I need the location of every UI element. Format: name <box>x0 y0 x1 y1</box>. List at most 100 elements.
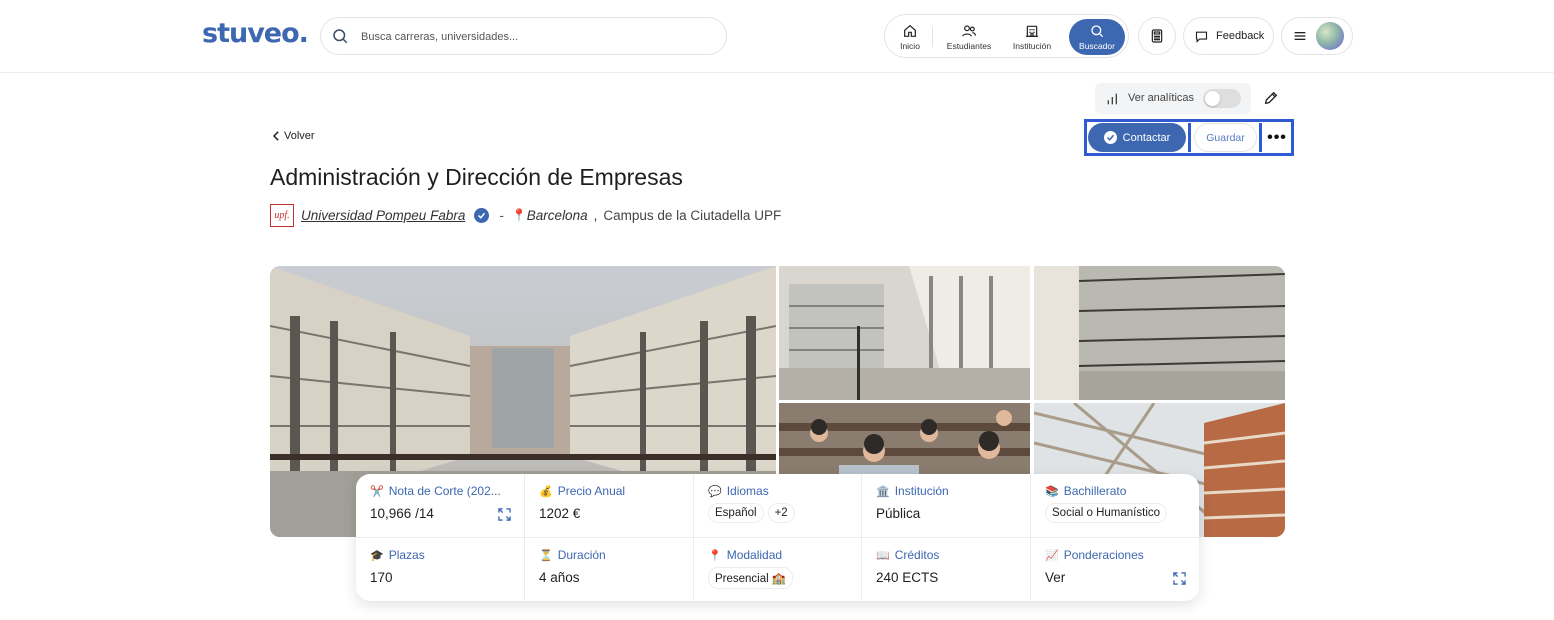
institution-icon: 🏛️ <box>876 486 890 498</box>
chevron-left-icon <box>272 131 279 141</box>
contact-button[interactable]: Contactar <box>1088 123 1186 152</box>
info-label: Nota de Corte (202... <box>388 484 501 498</box>
hourglass-icon: ⏳ <box>539 550 553 562</box>
expand-icon[interactable] <box>497 508 511 521</box>
top-navbar: stuveo. Inicio Estudiantes Institución B… <box>0 0 1554 73</box>
program-info-card: ✂️ Nota de Corte (202... 10,966 /14 💰 Prec… <box>356 474 1199 601</box>
back-label: Volver <box>284 130 315 142</box>
stuveo-logo[interactable]: stuveo. <box>202 18 309 49</box>
contact-label: Contactar <box>1122 131 1171 144</box>
info-label: Plazas <box>388 548 425 562</box>
back-link[interactable]: Volver <box>272 130 315 142</box>
duracion-value: 4 años <box>539 570 580 585</box>
info-modalidad: 📍 Modalidad Presencial 🏫 <box>694 538 863 601</box>
location-pin-icon: 📍 <box>511 208 527 222</box>
users-icon <box>962 25 976 37</box>
chat-icon <box>1195 31 1208 43</box>
info-label: Créditos <box>894 548 940 562</box>
nota-value: 10,966 <box>370 506 412 521</box>
save-button[interactable]: Guardar <box>1194 123 1257 152</box>
nav-item-inicio[interactable]: Inicio <box>891 19 929 55</box>
search-bar[interactable] <box>320 17 727 55</box>
info-nota-corte[interactable]: ✂️ Nota de Corte (202... 10,966 /14 <box>356 474 525 538</box>
language-chip: Español <box>708 503 764 523</box>
info-label: Modalidad <box>726 548 783 562</box>
action-divider <box>1188 123 1191 152</box>
verified-badge-icon <box>474 207 490 223</box>
university-link[interactable]: Universidad Pompeu Fabra <box>301 208 465 223</box>
nav-item-estudiantes[interactable]: Estudiantes <box>939 19 999 55</box>
account-menu-button[interactable] <box>1281 17 1353 55</box>
books-icon: 📚 <box>1045 486 1059 498</box>
info-institucion: 🏛️ Institución Pública <box>862 474 1031 538</box>
info-duracion: ⏳ Duración 4 años <box>525 538 694 601</box>
info-precio-anual: 💰 Precio Anual 1202 € <box>525 474 694 538</box>
hamburger-menu-icon <box>1294 32 1306 40</box>
analytics-toggle[interactable] <box>1203 89 1241 108</box>
nav-label-institucion: Institución <box>1012 41 1052 51</box>
info-idiomas: 💬 Idiomas Español +2 <box>694 474 863 538</box>
calculator-icon <box>1151 29 1163 43</box>
creditos-value: 240 ECTS <box>876 570 939 585</box>
campus-photo-balconies[interactable] <box>1034 266 1285 400</box>
info-label: Institución <box>894 484 949 498</box>
bachillerato-chip: Social o Humanístico <box>1045 503 1168 523</box>
campus-label: Campus de la Ciutadella UPF <box>603 207 782 223</box>
scissors-icon: ✂️ <box>370 486 384 498</box>
modalidad-chip: Presencial 🏫 <box>708 567 794 589</box>
program-subtitle: upf. Universidad Pompeu Fabra - 📍 Barcel… <box>270 203 781 227</box>
calculator-button[interactable] <box>1138 17 1176 55</box>
analytics-toggle-bar: Ver analíticas <box>1095 83 1251 114</box>
graduation-cap-icon: 🎓 <box>370 550 384 562</box>
location-pin-icon: 📍 <box>708 550 722 562</box>
info-creditos: 📖 Créditos 240 ECTS <box>862 538 1031 601</box>
expand-icon[interactable] <box>1172 572 1186 585</box>
campus-photo-courtyard[interactable] <box>779 266 1030 400</box>
money-bag-icon: 💰 <box>539 486 553 498</box>
info-ponderaciones[interactable]: 📈 Ponderaciones Ver <box>1031 538 1199 601</box>
university-logo: upf. <box>270 203 294 227</box>
edit-pencil-icon[interactable] <box>1263 90 1279 106</box>
main-nav: Inicio Estudiantes Institución Buscador <box>884 14 1129 58</box>
plazas-value: 170 <box>370 570 393 585</box>
speech-bubble-icon: 💬 <box>708 486 722 498</box>
info-plazas: 🎓 Plazas 170 <box>356 538 525 601</box>
info-label: Ponderaciones <box>1063 548 1144 562</box>
search-icon <box>333 29 348 44</box>
chart-increasing-icon: 📈 <box>1045 550 1059 562</box>
separator: - <box>499 207 504 223</box>
action-divider <box>1259 123 1262 152</box>
info-label: Precio Anual <box>557 484 626 498</box>
nav-label-inicio: Inicio <box>900 41 920 51</box>
nav-item-buscador[interactable]: Buscador <box>1069 19 1125 55</box>
feedback-label: Feedback <box>1216 30 1265 42</box>
info-bachillerato: 📚 Bachillerato Social o Humanístico <box>1031 474 1199 538</box>
page-title: Administración y Dirección de Empresas <box>270 164 683 190</box>
info-label: Bachillerato <box>1063 484 1127 498</box>
more-options-button[interactable]: ••• <box>1264 123 1290 152</box>
city-label: Barcelona <box>526 207 588 223</box>
toggle-knob <box>1205 91 1220 106</box>
avatar <box>1316 22 1344 50</box>
open-book-icon: 📖 <box>876 550 890 562</box>
ponderaciones-value[interactable]: Ver <box>1045 570 1186 585</box>
comma: , <box>593 207 598 223</box>
building-icon <box>1026 25 1038 37</box>
nav-item-institucion[interactable]: Institución <box>1005 19 1059 55</box>
feedback-button[interactable]: Feedback <box>1183 17 1274 55</box>
nav-label-estudiantes: Estudiantes <box>946 41 992 51</box>
search-icon <box>1091 25 1104 38</box>
info-label: Idiomas <box>726 484 769 498</box>
bar-chart-icon <box>1107 93 1117 105</box>
nav-label-buscador: Buscador <box>1079 41 1115 51</box>
nav-divider <box>932 27 933 47</box>
search-input[interactable] <box>361 27 701 47</box>
more-languages-chip[interactable]: +2 <box>767 503 795 523</box>
info-label: Duración <box>557 548 606 562</box>
nota-suffix: /14 <box>415 506 434 521</box>
analytics-label: Ver analíticas <box>1128 92 1195 104</box>
institucion-value: Pública <box>876 506 921 521</box>
home-icon <box>904 24 916 37</box>
precio-value: 1202 € <box>539 506 581 521</box>
check-circle-icon <box>1103 131 1117 144</box>
